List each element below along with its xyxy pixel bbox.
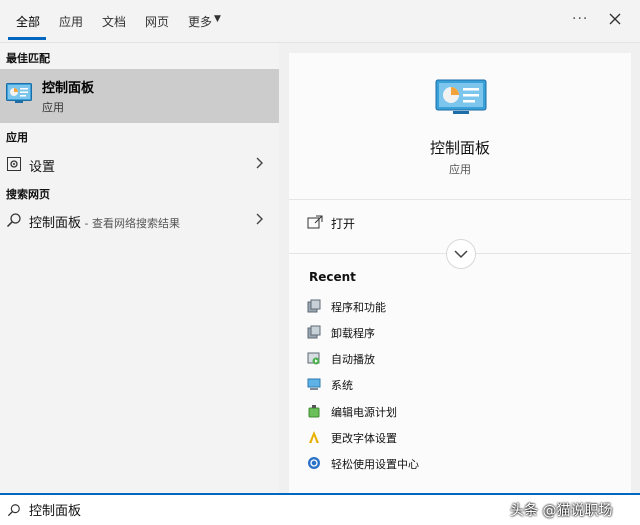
close-icon[interactable] bbox=[606, 10, 624, 28]
best-match-title: 控制面板 bbox=[42, 81, 95, 96]
tab-apps[interactable]: 应用 bbox=[59, 13, 83, 30]
tab-web[interactable]: 网页 bbox=[145, 13, 169, 30]
open-action[interactable]: 打开 bbox=[331, 215, 355, 232]
ease-of-access-icon bbox=[308, 457, 320, 469]
recent-item-font-settings[interactable]: 更改字体设置 bbox=[307, 428, 607, 448]
tab-documents[interactable]: 文档 bbox=[102, 13, 126, 30]
programs-icon bbox=[307, 299, 321, 313]
search-icon bbox=[6, 213, 21, 228]
apps-heading: 应用 bbox=[6, 131, 28, 144]
search-icon bbox=[7, 504, 20, 517]
recent-item-ease-of-access[interactable]: 轻松使用设置中心 bbox=[307, 454, 607, 474]
recent-item-label: 程序和功能 bbox=[331, 301, 386, 314]
uninstall-icon bbox=[307, 325, 321, 339]
watermark: 头条 @猫说职场 bbox=[510, 503, 613, 519]
recent-item-programs[interactable]: 程序和功能 bbox=[307, 297, 607, 317]
open-icon bbox=[307, 215, 323, 229]
search-box[interactable]: 控制面板 头条 @猫说职场 bbox=[0, 493, 640, 525]
gear-icon bbox=[7, 157, 21, 171]
recent-item-uninstall[interactable]: 卸载程序 bbox=[307, 323, 607, 343]
recent-item-label: 系统 bbox=[331, 379, 353, 392]
recent-heading: Recent bbox=[309, 270, 356, 284]
best-match-subtitle: 应用 bbox=[42, 101, 64, 114]
autoplay-icon bbox=[307, 352, 320, 365]
system-icon bbox=[307, 378, 321, 390]
chevron-right-icon[interactable] bbox=[254, 212, 264, 226]
tab-more[interactable]: 更多 bbox=[188, 13, 212, 30]
search-tab-bar: 全部 应用 文档 网页 更多 ▼ ··· bbox=[0, 0, 640, 43]
tab-active-indicator bbox=[8, 37, 46, 40]
more-options-icon[interactable]: ··· bbox=[572, 11, 588, 27]
web-result-hint: - 查看网络搜索结果 bbox=[81, 217, 180, 230]
tab-all[interactable]: 全部 bbox=[16, 13, 40, 30]
chevron-down-icon[interactable]: ▼ bbox=[214, 14, 221, 24]
control-panel-icon bbox=[6, 83, 32, 103]
result-item-label: 设置 bbox=[29, 160, 56, 175]
recent-item-label: 轻松使用设置中心 bbox=[331, 458, 419, 471]
power-plan-icon bbox=[308, 405, 320, 418]
font-icon bbox=[309, 431, 319, 443]
recent-item-power-plan[interactable]: 编辑电源计划 bbox=[307, 402, 607, 422]
recent-item-label: 卸载程序 bbox=[331, 327, 375, 340]
divider bbox=[289, 199, 631, 200]
recent-item-label: 编辑电源计划 bbox=[331, 406, 397, 419]
recent-item-label: 自动播放 bbox=[331, 353, 375, 366]
control-panel-icon bbox=[435, 79, 487, 114]
result-item-settings[interactable]: 设置 bbox=[0, 150, 279, 178]
result-item-web-search[interactable]: 控制面板 - 查看网络搜索结果 bbox=[0, 206, 279, 234]
detail-pane: 控制面板 应用 打开 Recent 程序和功能 卸载程序 自动播放 系统 编辑电… bbox=[289, 53, 631, 493]
recent-item-label: 更改字体设置 bbox=[331, 432, 397, 445]
web-search-heading: 搜索网页 bbox=[6, 188, 50, 201]
detail-subtitle: 应用 bbox=[449, 163, 471, 176]
web-result-query: 控制面板 bbox=[29, 216, 82, 231]
best-match-item[interactable]: 控制面板 应用 bbox=[0, 69, 279, 123]
result-item-label: 控制面板 - 查看网络搜索结果 bbox=[29, 212, 180, 231]
expand-button[interactable] bbox=[446, 239, 476, 269]
recent-item-system[interactable]: 系统 bbox=[307, 375, 607, 395]
chevron-down-icon bbox=[454, 250, 468, 259]
search-input[interactable]: 控制面板 bbox=[29, 500, 81, 519]
recent-item-autoplay[interactable]: 自动播放 bbox=[307, 349, 607, 369]
best-match-heading: 最佳匹配 bbox=[6, 52, 50, 65]
chevron-right-icon[interactable] bbox=[254, 156, 264, 170]
detail-title: 控制面板 bbox=[429, 139, 490, 157]
